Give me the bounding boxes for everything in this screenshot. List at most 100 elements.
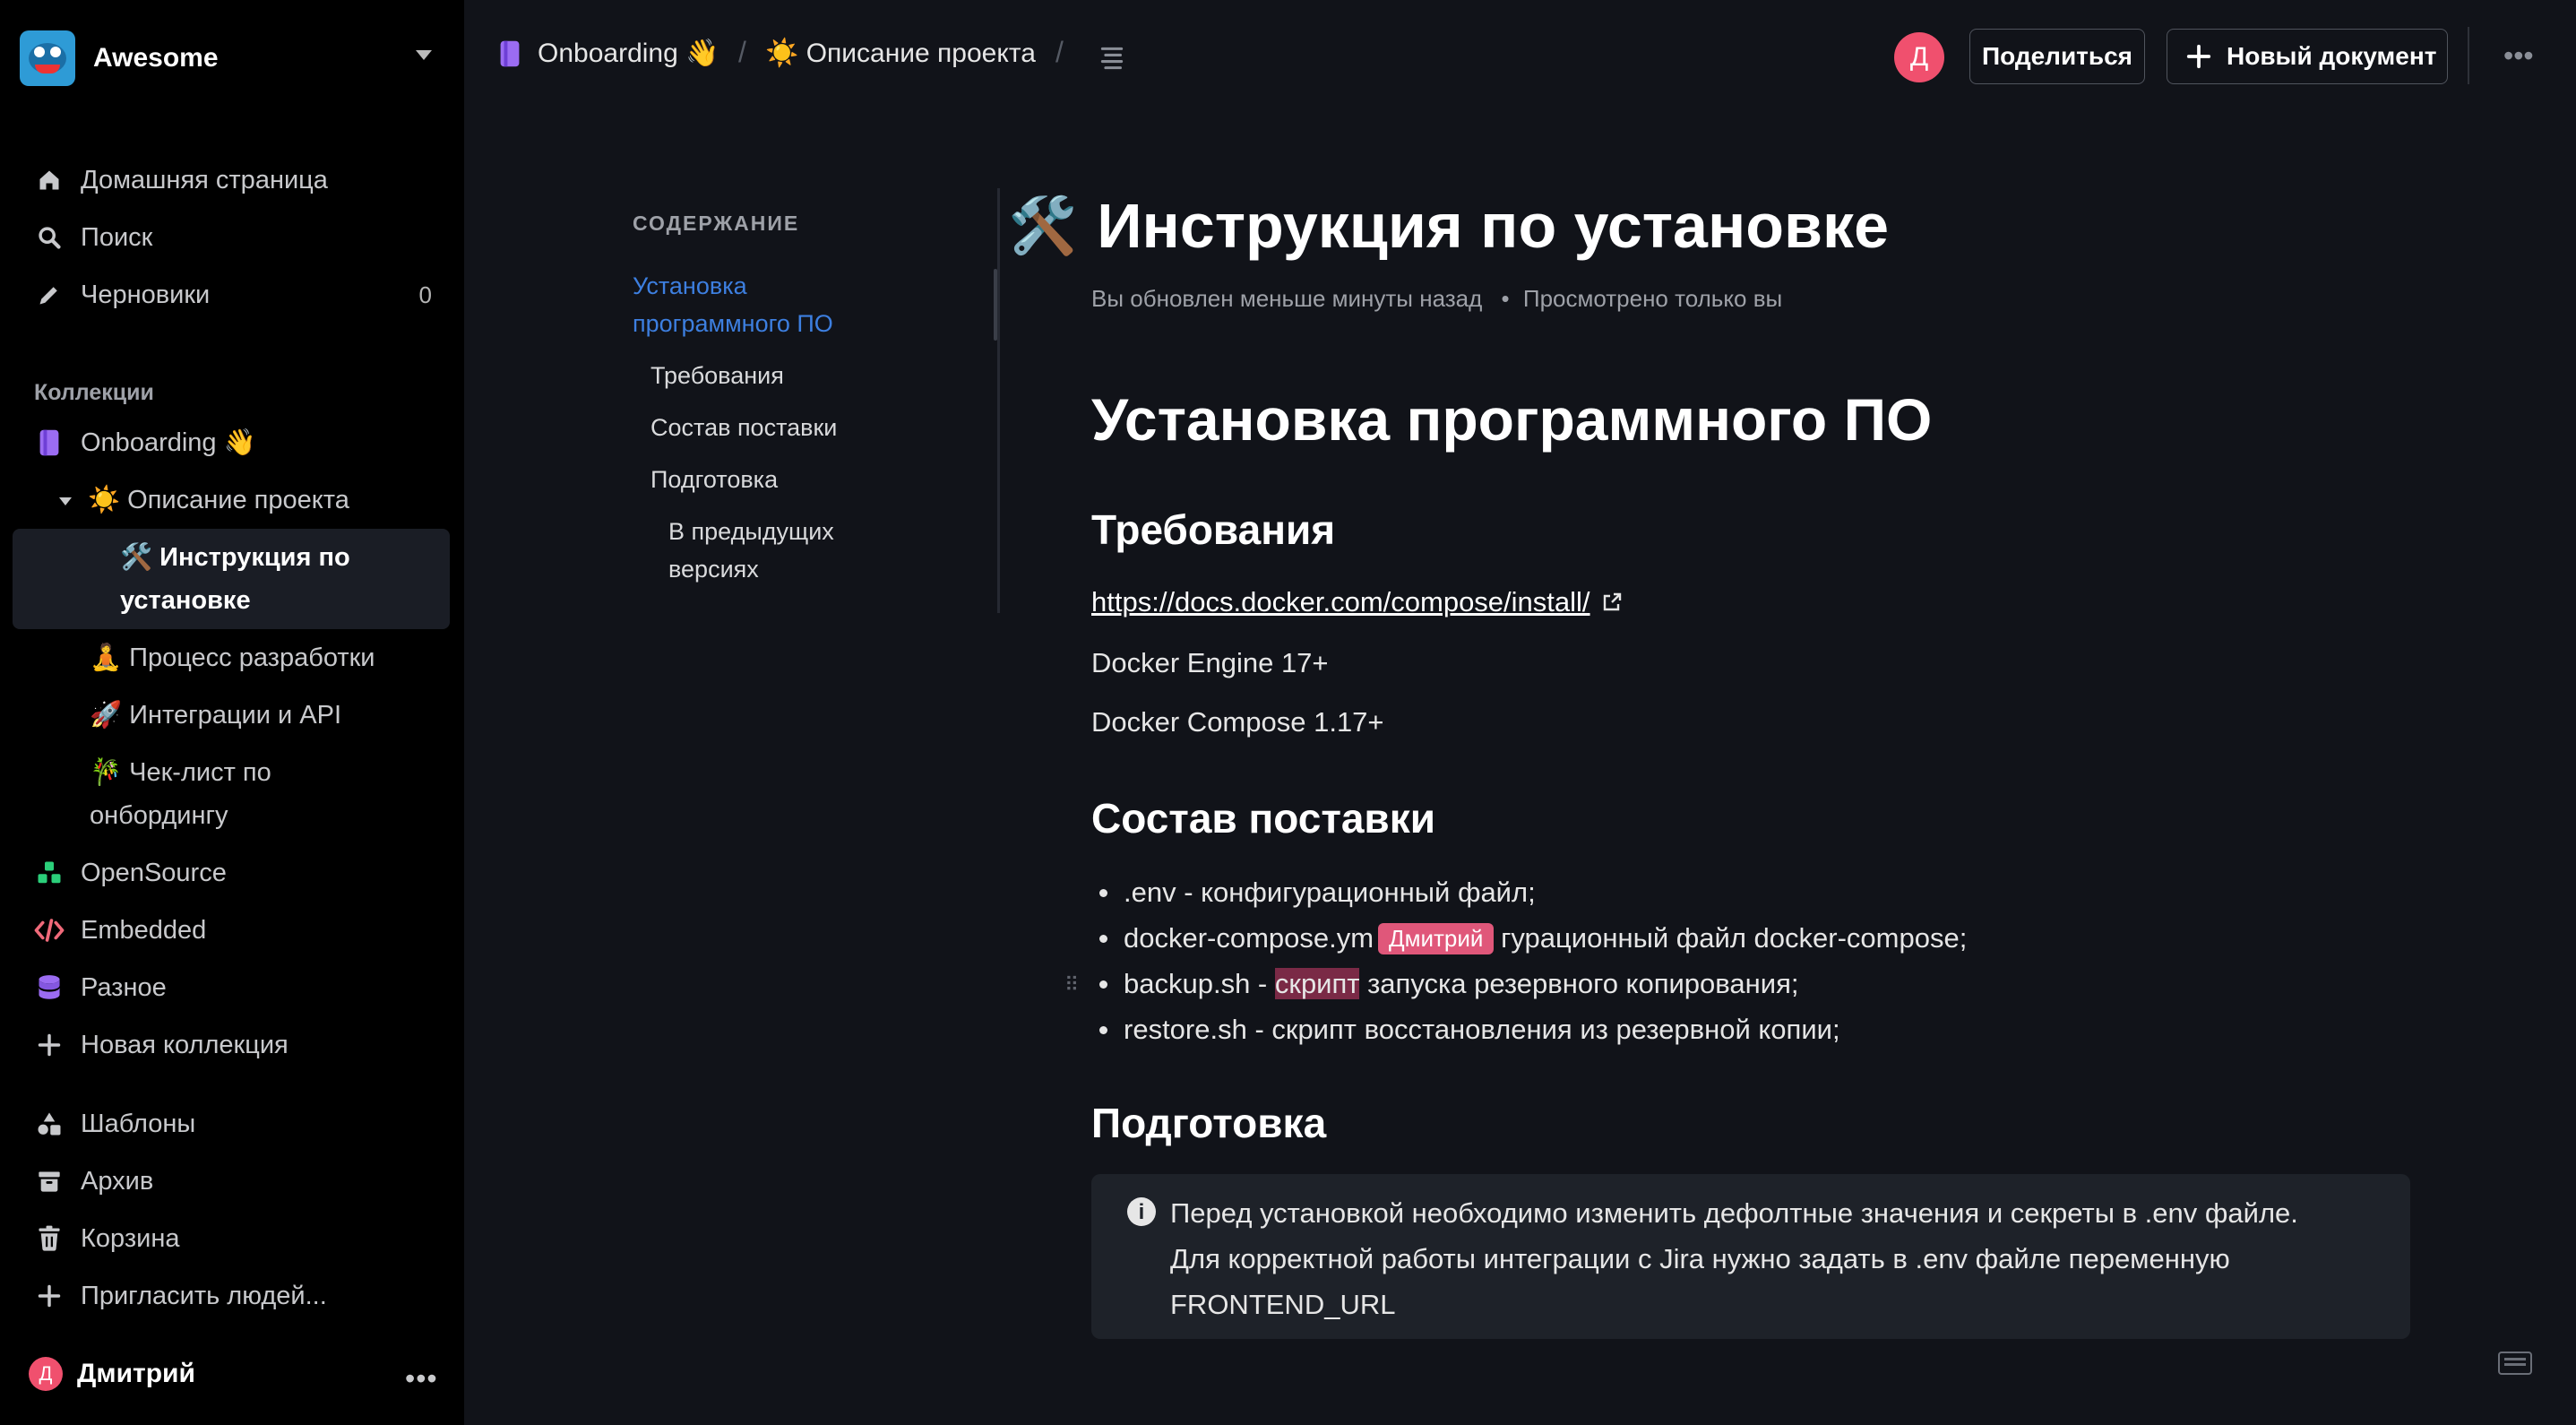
plus-icon bbox=[2186, 44, 2211, 69]
sidebar-collection-misc[interactable]: Разное bbox=[13, 963, 452, 1013]
drafts-count: 0 bbox=[418, 281, 432, 308]
drag-handle-icon[interactable]: ⠿ bbox=[1064, 973, 1079, 997]
list-item-text: backup.sh - bbox=[1124, 968, 1275, 999]
heading-preparation: Подготовка bbox=[1091, 1100, 1327, 1146]
info-notice: i Перед установкой необходимо изменить д… bbox=[1091, 1174, 2410, 1339]
header-divider bbox=[2468, 27, 2469, 84]
collaborator-cursor-label: Дмитрий bbox=[1378, 923, 1495, 954]
sidebar-item-templates[interactable]: Шаблоны bbox=[13, 1099, 452, 1149]
share-button-label: Поделиться bbox=[1981, 42, 2133, 70]
trash-icon bbox=[34, 1225, 65, 1252]
toc-item-previous-versions[interactable]: В предыдущих версиях bbox=[668, 513, 834, 588]
archive-icon bbox=[34, 1169, 65, 1194]
toc-item-requirements[interactable]: Требования bbox=[650, 357, 784, 394]
sidebar-doc-label: ☀️ Описание проекта bbox=[88, 486, 349, 514]
sidebar-item-label: Onboarding 👋 bbox=[81, 428, 256, 457]
chevron-down-icon[interactable] bbox=[416, 50, 432, 60]
toc-item-label: Подготовка bbox=[650, 466, 779, 493]
list-item: restore.sh - скрипт восстановления из ре… bbox=[1091, 1006, 1967, 1052]
more-icon[interactable]: ••• bbox=[405, 1362, 438, 1395]
list-item: docker-compose.ym гурационный файл docker… bbox=[1091, 915, 1967, 961]
team-name: Awesome bbox=[93, 43, 219, 73]
toc-item-label: версиях bbox=[668, 556, 759, 583]
docker-link[interactable]: https://docs.docker.com/compose/install/ bbox=[1091, 586, 1623, 618]
toc-item-label: Установка bbox=[633, 272, 747, 299]
sidebar-item-label: Пригласить людей... bbox=[81, 1281, 327, 1310]
toc-scroll-indicator bbox=[994, 269, 997, 341]
sidebar-doc-label: 🛠️ Инструкция по bbox=[120, 543, 350, 572]
sidebar-item-label: Разное bbox=[81, 972, 167, 1002]
sidebar-doc-label: установке bbox=[120, 586, 251, 615]
sidebar-item-drafts[interactable]: Черновики 0 bbox=[13, 270, 452, 320]
sidebar: Awesome Домашняя страница Поиск Черновик… bbox=[0, 0, 464, 1425]
title-text: Инструкция по установке bbox=[1097, 191, 1890, 261]
info-icon: i bbox=[1127, 1197, 1156, 1226]
sidebar-collection-opensource[interactable]: OpenSource bbox=[13, 848, 452, 898]
plus-icon bbox=[34, 1283, 65, 1308]
heading-requirements: Требования bbox=[1091, 506, 1336, 553]
list-item-text: запуска резервного копирования; bbox=[1359, 968, 1799, 999]
chevron-down-icon[interactable] bbox=[59, 497, 72, 505]
sidebar-user[interactable]: Д Дмитрий bbox=[29, 1357, 195, 1391]
more-icon[interactable]: ••• bbox=[2503, 39, 2534, 73]
toc-toggle-icon[interactable] bbox=[1100, 45, 1124, 76]
sidebar-item-home[interactable]: Домашняя страница bbox=[13, 155, 452, 205]
heading-install: Установка программного ПО bbox=[1091, 386, 1933, 453]
book-icon bbox=[500, 40, 520, 66]
sidebar-item-label: OpenSource bbox=[81, 858, 227, 887]
team-switcher[interactable]: Awesome bbox=[20, 29, 441, 88]
plus-icon bbox=[34, 1032, 65, 1058]
sidebar-doc-integrations[interactable]: 🚀 Интеграции и API bbox=[90, 694, 341, 737]
sidebar-item-label: Embedded bbox=[81, 915, 207, 945]
sidebar-item-label: Архив bbox=[81, 1166, 154, 1196]
sidebar-item-search[interactable]: Поиск bbox=[13, 212, 452, 263]
breadcrumb-collection[interactable]: Onboarding 👋 bbox=[498, 38, 719, 69]
sidebar-doc-dev-process[interactable]: 🧘 Процесс разработки bbox=[90, 636, 375, 679]
title-emoji[interactable]: 🛠️ bbox=[1008, 194, 1077, 259]
toc-item-label: Требования bbox=[650, 362, 784, 389]
sidebar-item-label: Домашняя страница bbox=[81, 165, 328, 194]
search-icon bbox=[34, 225, 65, 250]
sidebar-doc-install-instructions[interactable]: 🛠️ Инструкция по установке bbox=[120, 536, 350, 622]
share-button[interactable]: Поделиться bbox=[1969, 29, 2145, 84]
keyboard-shortcuts-icon[interactable] bbox=[2498, 1352, 2532, 1375]
sidebar-doc-label: 🧘 Процесс разработки bbox=[90, 643, 375, 672]
meta-viewed[interactable]: Просмотрено только вы bbox=[1523, 285, 1782, 312]
external-link-icon bbox=[1603, 592, 1622, 611]
toc-item-install[interactable]: Установка программного ПО bbox=[633, 267, 833, 342]
code-icon bbox=[34, 917, 65, 944]
new-document-button[interactable]: Новый документ bbox=[2167, 29, 2448, 84]
list-item: .env - конфигурационный файл; bbox=[1091, 869, 1967, 915]
toc-item-label: программного ПО bbox=[633, 310, 833, 337]
toc-item-contents[interactable]: Состав поставки bbox=[650, 409, 837, 446]
sidebar-item-archive[interactable]: Архив bbox=[13, 1156, 452, 1206]
sidebar-new-collection[interactable]: Новая коллекция bbox=[13, 1020, 452, 1070]
toc-divider bbox=[997, 188, 1000, 613]
list-item-text: restore.sh - скрипт восстановления из ре… bbox=[1124, 1014, 1840, 1045]
document-title[interactable]: 🛠️ Инструкция по установке bbox=[1008, 190, 1889, 262]
home-icon bbox=[34, 168, 65, 193]
team-logo bbox=[20, 30, 75, 86]
table-of-contents: СОДЕРЖАНИЕ Установка программного ПО Тре… bbox=[633, 212, 1009, 583]
breadcrumb-doc[interactable]: ☀️ Описание проекта bbox=[765, 38, 1036, 69]
new-document-label: Новый документ bbox=[2227, 42, 2437, 70]
database-icon bbox=[34, 974, 65, 1001]
sidebar-collection-onboarding[interactable]: Onboarding 👋 bbox=[13, 418, 452, 468]
breadcrumb-separator: / bbox=[738, 36, 746, 68]
meta-updated: Вы обновлен меньше минуты назад bbox=[1091, 285, 1483, 312]
sidebar-doc-checklist[interactable]: 🎋 Чек-лист по онбордингу bbox=[90, 751, 271, 837]
sidebar-item-label: Корзина bbox=[81, 1223, 180, 1253]
docker-link-text[interactable]: https://docs.docker.com/compose/install/ bbox=[1091, 586, 1590, 618]
notice-text: Для корректной работы интеграции с Jira … bbox=[1170, 1243, 2230, 1274]
user-name: Дмитрий bbox=[77, 1359, 195, 1388]
avatar[interactable]: Д bbox=[1894, 32, 1944, 82]
meta-separator: • bbox=[1501, 285, 1510, 312]
sidebar-doc-project-description[interactable]: ☀️ Описание проекта bbox=[59, 479, 349, 522]
sidebar-collection-embedded[interactable]: Embedded bbox=[13, 905, 452, 955]
sidebar-item-label: Шаблоны bbox=[81, 1109, 196, 1138]
toc-item-preparation[interactable]: Подготовка bbox=[650, 461, 778, 498]
sidebar-item-label: Черновики bbox=[81, 280, 211, 309]
sidebar-item-trash[interactable]: Корзина bbox=[13, 1213, 452, 1264]
breadcrumb-label: Onboarding 👋 bbox=[538, 39, 719, 68]
sidebar-item-invite[interactable]: Пригласить людей... bbox=[13, 1271, 452, 1321]
